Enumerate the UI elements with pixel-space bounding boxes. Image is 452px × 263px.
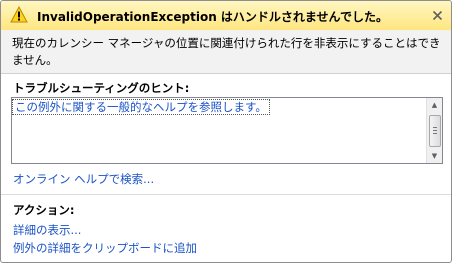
dialog-title: InvalidOperationException はハンドルされませんでした。 [37, 10, 388, 24]
hint-item-general-help[interactable]: この例外に関する一般的なヘルプを参照します。 [12, 99, 270, 115]
grip-line [433, 133, 437, 134]
hints-heading: トラブルシューティングのヒント: [13, 81, 190, 95]
hints-scrollbar[interactable]: ▲ ▼ [426, 98, 442, 163]
scroll-up-arrow-icon[interactable]: ▲ [427, 98, 442, 112]
grip-line [433, 130, 437, 131]
titlebar: InvalidOperationException はハンドルされませんでした。 [1, 1, 451, 30]
section-divider [1, 194, 451, 195]
online-help-link[interactable]: オンライン ヘルプで検索... [13, 171, 154, 187]
actions-heading: アクション: [13, 203, 75, 217]
scroll-thumb[interactable] [429, 115, 441, 147]
exception-message-area: 現在のカレンシー マネージャの位置に関連付けられた行を非表示にすることはできませ… [1, 30, 451, 74]
exception-assistant-dialog: InvalidOperationException はハンドルされませんでした。… [0, 0, 452, 263]
warning-triangle-icon [10, 5, 28, 23]
exception-message: 現在のカレンシー マネージャの位置に関連付けられた行を非表示にすることはできませ… [12, 36, 441, 67]
scroll-down-arrow-icon[interactable]: ▼ [427, 149, 442, 163]
close-icon[interactable] [432, 10, 443, 21]
view-detail-link[interactable]: 詳細の表示... [13, 222, 81, 238]
copy-to-clipboard-link[interactable]: 例外の詳細をクリップボードに追加 [13, 240, 197, 256]
grip-line [433, 127, 437, 128]
hints-list[interactable]: この例外に関する一般的なヘルプを参照します。 ▲ ▼ [11, 97, 443, 164]
